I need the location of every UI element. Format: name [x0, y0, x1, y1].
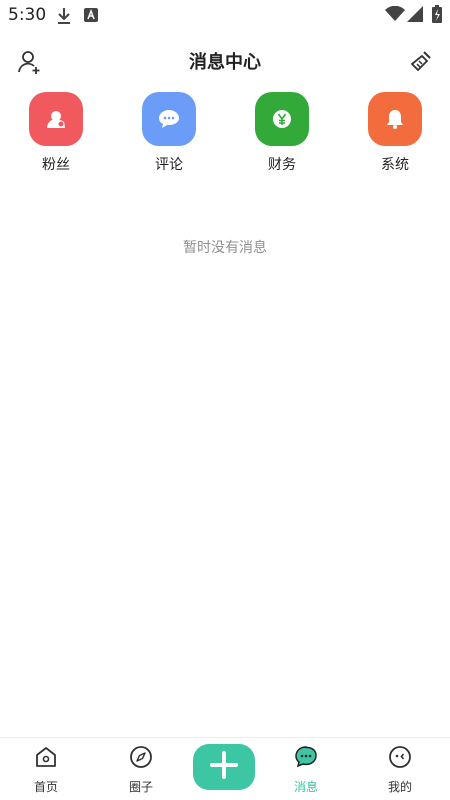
nav-label: 消息 — [293, 780, 318, 794]
home-icon — [34, 745, 58, 769]
status-time: 5:30 — [8, 5, 47, 25]
profile-face-icon — [388, 745, 412, 769]
broom-icon[interactable] — [407, 48, 435, 76]
status-bar: 5:30 — [0, 0, 450, 32]
battery-charging-icon — [432, 5, 442, 27]
nav-home[interactable]: 首页 — [1, 738, 91, 800]
category-label: 财务 — [268, 157, 296, 173]
nav-label: 我的 — [387, 780, 412, 794]
bottom-nav: 首页 圈子 消息 我的 — [0, 737, 450, 800]
plus-icon — [209, 750, 239, 784]
category-label: 系统 — [381, 157, 409, 173]
category-comments[interactable]: 评论 — [129, 92, 209, 174]
comment-bubble-icon — [142, 92, 196, 146]
fan-user-icon — [29, 92, 83, 146]
category-label: 评论 — [155, 157, 183, 173]
category-fans[interactable]: 粉丝 — [16, 92, 96, 174]
chat-bubble-icon — [294, 745, 318, 769]
category-label: 粉丝 — [42, 157, 70, 173]
category-system[interactable]: 系统 — [355, 92, 435, 174]
download-icon — [56, 7, 72, 29]
app-a-icon — [84, 7, 98, 27]
signal-icon — [407, 6, 423, 26]
nav-circle[interactable]: 圈子 — [96, 738, 186, 800]
page-title: 消息中心 — [189, 52, 261, 73]
nav-messages[interactable]: 消息 — [261, 738, 351, 800]
message-categories: 粉丝 评论 财务 系统 — [0, 92, 450, 182]
nav-label: 圈子 — [128, 780, 153, 794]
compose-button[interactable] — [193, 744, 255, 790]
bell-icon — [368, 92, 422, 146]
nav-profile[interactable]: 我的 — [355, 738, 445, 800]
wifi-icon — [385, 5, 405, 26]
empty-state-message: 暂时没有消息 — [183, 240, 267, 256]
nav-label: 首页 — [33, 780, 58, 794]
header: 消息中心 — [0, 40, 450, 82]
compass-icon — [129, 745, 153, 769]
yuan-coin-icon — [255, 92, 309, 146]
category-finance[interactable]: 财务 — [242, 92, 322, 174]
